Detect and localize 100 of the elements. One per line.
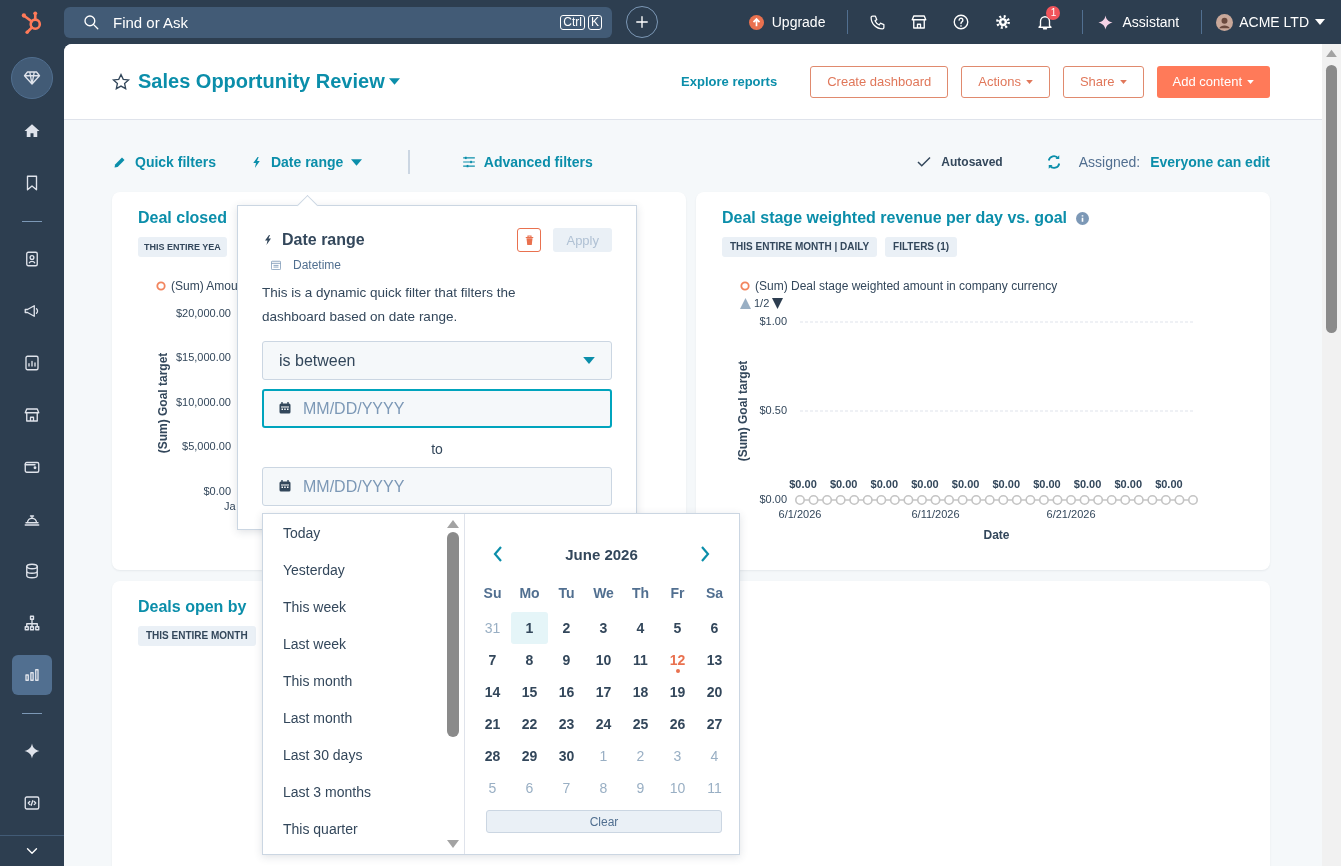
caret-icon: [1315, 19, 1325, 25]
calendar-day[interactable]: 4: [622, 612, 659, 644]
calendar-day[interactable]: 13: [696, 644, 733, 676]
calendar-day[interactable]: 9: [548, 644, 585, 676]
code-icon: [23, 794, 41, 812]
info-icon[interactable]: [1076, 211, 1089, 225]
preset-option[interactable]: Last 3 months: [263, 773, 445, 810]
calendar-day[interactable]: 19: [659, 676, 696, 708]
sidebar-item[interactable]: [11, 57, 53, 99]
range-separator: to: [430, 440, 444, 458]
preset-option[interactable]: Last week: [263, 625, 445, 662]
preset-option[interactable]: Today: [263, 514, 445, 551]
report-tag: THIS ENTIRE YEA: [138, 237, 227, 257]
axis-tick-label: 6/21/2026: [1046, 508, 1096, 520]
calendar-day[interactable]: 18: [622, 676, 659, 708]
calendar-day[interactable]: 1: [511, 612, 548, 644]
calendar-day[interactable]: 14: [474, 676, 511, 708]
scroll-thumb[interactable]: [1326, 65, 1337, 333]
weekday-label: We: [592, 585, 615, 601]
assigned-link[interactable]: Everyone can edit: [1150, 154, 1270, 170]
quick-filters-button[interactable]: Quick filters: [112, 154, 216, 170]
calendar-day[interactable]: 30: [548, 740, 585, 772]
card-title[interactable]: Deal stage weighted revenue per day vs. goal: [722, 208, 1067, 228]
calendar-day[interactable]: 23: [548, 708, 585, 740]
preset-option[interactable]: This week: [263, 588, 445, 625]
home-icon: [23, 122, 41, 140]
preset-option[interactable]: This month: [263, 662, 445, 699]
assigned-label: Assigned:: [1078, 154, 1141, 170]
value-label: $0.00: [1033, 478, 1061, 490]
data-point: [1025, 495, 1036, 505]
calendar-icon: [271, 260, 281, 270]
calendar-day[interactable]: 5: [659, 612, 696, 644]
calendar-day[interactable]: 11: [622, 644, 659, 676]
axis-tick-label: $10,000.00: [175, 395, 231, 408]
calendar-day[interactable]: 25: [622, 708, 659, 740]
assistant-button[interactable]: Assistant: [1097, 13, 1180, 31]
next-triangle-icon[interactable]: [772, 297, 784, 309]
calendar-day[interactable]: 2: [548, 612, 585, 644]
legend-marker: [740, 281, 750, 291]
advanced-filters-button[interactable]: Advanced filters: [461, 154, 593, 170]
calendar-day[interactable]: 26: [659, 708, 696, 740]
data-point: [862, 495, 873, 505]
calendar-day[interactable]: 24: [585, 708, 622, 740]
axis-tick-label: $0.00: [759, 492, 787, 505]
calendar-day[interactable]: 21: [474, 708, 511, 740]
data-point: [1011, 495, 1022, 505]
calendar-day[interactable]: 8: [511, 644, 548, 676]
hierarchy-icon: [23, 614, 41, 632]
phone-icon: [868, 13, 886, 31]
explore-reports-link[interactable]: Explore reports: [681, 74, 778, 89]
end-date-field[interactable]: MM/DD/YYYY: [262, 467, 612, 506]
chevron-right-icon: [700, 546, 710, 562]
calendar-day[interactable]: 28: [474, 740, 511, 772]
report-tag[interactable]: THIS ENTIRE MONTH | DAILY: [722, 237, 878, 257]
date-range-button[interactable]: Date range: [249, 154, 363, 170]
preset-option[interactable]: Yesterday: [263, 551, 445, 588]
calendar-day[interactable]: 6: [696, 612, 733, 644]
account-menu[interactable]: ACME LTD: [1216, 13, 1325, 31]
calendar-day[interactable]: 3: [585, 612, 622, 644]
calendar-day[interactable]: 15: [511, 676, 548, 708]
preset-option[interactable]: This quarter: [263, 810, 445, 847]
scrollbar[interactable]: [1322, 44, 1341, 866]
delete-button[interactable]: [517, 228, 542, 252]
data-point: [1120, 495, 1131, 505]
notification-badge: 1: [1046, 6, 1061, 20]
data-point: [971, 495, 982, 505]
preset-option[interactable]: Last 30 days: [263, 736, 445, 773]
scroll-thumb[interactable]: [447, 532, 459, 737]
calendar-day[interactable]: 22: [511, 708, 548, 740]
sidebar-item[interactable]: [12, 655, 52, 695]
data-point: [957, 495, 968, 505]
operator-dropdown[interactable]: is between: [262, 341, 612, 380]
card-title[interactable]: Deal closed: [138, 208, 227, 228]
calendar-day[interactable]: 17: [585, 676, 622, 708]
caret-icon: [388, 78, 400, 85]
page-indicator: 1/2: [754, 297, 770, 309]
calendar-day[interactable]: 16: [548, 676, 585, 708]
preset-option[interactable]: Last month: [263, 699, 445, 736]
calendar-day[interactable]: 29: [511, 740, 548, 772]
calendar-day[interactable]: 20: [696, 676, 733, 708]
card-title[interactable]: Deals open by: [138, 597, 247, 617]
data-point: [916, 495, 927, 505]
report-tag[interactable]: FILTERS (1): [885, 237, 958, 257]
chevron-left-icon: [493, 546, 503, 562]
calendar-day[interactable]: 7: [474, 644, 511, 676]
plus-icon: [633, 13, 651, 31]
caret-icon: [351, 158, 363, 166]
dashboard-title[interactable]: Sales Opportunity Review: [138, 70, 400, 93]
store-icon: [23, 406, 41, 424]
start-date-field[interactable]: MM/DD/YYYY: [262, 389, 612, 428]
calendar-day[interactable]: 27: [696, 708, 733, 740]
report-icon: [23, 354, 41, 372]
data-point: [1093, 495, 1104, 505]
clear-button[interactable]: Clear: [486, 810, 722, 833]
weekday-label: Mo: [518, 585, 541, 601]
description-text: This is a dynamic quick filter that filters the dashboard based on date range.: [262, 284, 517, 326]
star-icon[interactable]: [111, 71, 131, 92]
calendar-day[interactable]: 10: [585, 644, 622, 676]
legend-label: (Sum) Amou: [171, 279, 238, 293]
upgrade-button[interactable]: Upgrade: [748, 14, 826, 30]
